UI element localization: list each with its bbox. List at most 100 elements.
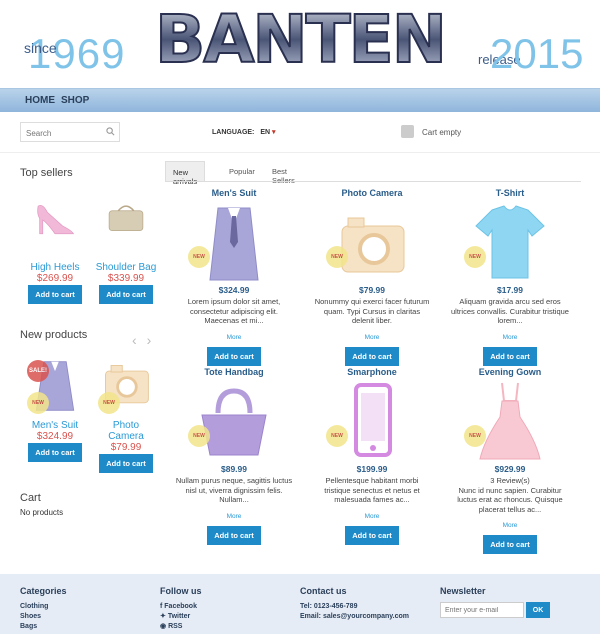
new-badge: NEW <box>464 425 486 447</box>
language-label: LANGUAGE: <box>212 129 255 136</box>
evening-gown-image[interactable]: NEW <box>464 381 550 461</box>
facebook-label: Facebook <box>164 603 197 610</box>
footer-social-link[interactable]: ◉ RSS <box>160 622 202 632</box>
add-to-cart-button[interactable]: Add to cart <box>345 525 399 545</box>
product-name[interactable]: Shoulder Bag <box>95 262 157 273</box>
tote-handbag-image[interactable]: NEW <box>188 381 274 461</box>
product-title[interactable]: Evening Gown <box>450 367 570 377</box>
twitter-label: Twitter <box>167 613 191 620</box>
product-price: $324.99 <box>218 285 250 295</box>
product-description: Lorem ipsum dolor sit amet, consectetur … <box>187 297 281 325</box>
site-logo[interactable]: BANTEN <box>140 2 460 76</box>
add-to-cart-button[interactable]: Add to cart <box>28 443 82 462</box>
add-to-cart-button[interactable]: Add to cart <box>207 346 261 366</box>
product-card: T-Shirt NEW $17.99 Aliquam gravida arcu … <box>450 188 570 366</box>
smartphone-image[interactable]: NEW <box>326 381 412 461</box>
new-badge: NEW <box>188 246 210 268</box>
review-count[interactable]: 3 Review(s) <box>450 476 570 486</box>
mens-suit-image[interactable]: NEW <box>188 202 274 282</box>
cart-title: Cart <box>20 492 41 504</box>
shoulder-bag-image[interactable] <box>96 200 156 260</box>
product-title[interactable]: Tote Handbag <box>174 367 294 377</box>
product-price: $79.99 <box>110 442 142 453</box>
new-product-item: SALE! NEW Men's Suit $324.99 Add to cart <box>24 358 86 462</box>
more-link[interactable]: More <box>174 513 294 520</box>
chevron-left-icon[interactable]: ‹ <box>132 332 137 348</box>
more-link[interactable]: More <box>174 334 294 341</box>
add-to-cart-button[interactable]: Add to cart <box>483 535 537 554</box>
product-description: Aliquam gravida arcu sed eros ultrices c… <box>451 297 569 325</box>
product-name[interactable]: High Heels <box>24 262 86 273</box>
more-link[interactable]: More <box>312 334 432 341</box>
add-to-cart-button[interactable]: Add to cart <box>28 285 82 304</box>
cart-icon[interactable] <box>401 125 414 138</box>
language-selector[interactable]: LANGUAGE: EN ▾ <box>212 128 276 136</box>
high-heels-image[interactable] <box>25 200 85 260</box>
cart-status[interactable]: Cart empty <box>422 128 461 137</box>
add-to-cart-button[interactable]: Add to cart <box>99 285 153 304</box>
product-description: Nonummy qui exerci facer futurum quam. T… <box>314 297 430 325</box>
release-year: 2015 <box>490 30 584 77</box>
footer-follow: Follow us f Facebook ✦ Twitter ◉ RSS <box>160 586 202 632</box>
since-label: since <box>24 40 57 56</box>
add-to-cart-button[interactable]: Add to cart <box>345 346 399 366</box>
footer-follow-title: Follow us <box>160 586 202 596</box>
product-price: $339.99 <box>107 273 145 284</box>
new-badge: NEW <box>27 392 49 414</box>
rss-label: RSS <box>168 623 183 630</box>
chevron-down-icon: ▾ <box>272 129 276 136</box>
contact-email[interactable]: Email: sales@yourcompany.com <box>300 612 409 622</box>
photo-camera-image[interactable]: NEW <box>96 358 156 418</box>
product-title[interactable]: T-Shirt <box>450 188 570 198</box>
product-price: $269.99 <box>36 273 74 284</box>
cart-empty-text: No products <box>20 508 64 517</box>
product-description: Nullam purus neque, sagittis luctus nisl… <box>175 476 293 504</box>
product-price: $17.99 <box>497 285 523 295</box>
product-description: Pellentesque habitant morbi tristique se… <box>324 476 420 504</box>
chevron-right-icon[interactable]: › <box>147 332 152 348</box>
more-link[interactable]: More <box>450 522 570 529</box>
newsletter-email-input[interactable] <box>440 602 524 618</box>
tab-popular[interactable]: Popular <box>222 161 262 181</box>
add-to-cart-button[interactable]: Add to cart <box>99 454 153 473</box>
main-nav: HOME SHOP <box>0 88 600 112</box>
tab-best-sellers[interactable]: Best Sellers <box>265 161 302 185</box>
tab-new-arrivals[interactable]: New arrivals <box>165 161 206 186</box>
product-title[interactable]: Smarphone <box>312 367 432 377</box>
top-sellers-title: Top sellers <box>20 167 73 179</box>
contact-phone: Tel: 0123-456-789 <box>300 603 358 610</box>
product-card: Evening Gown NEW $929.99 3 Review(s) Nun… <box>450 367 570 554</box>
nav-shop[interactable]: SHOP <box>61 95 89 106</box>
search-input[interactable] <box>21 124 105 143</box>
product-name[interactable]: Photo Camera <box>95 420 157 442</box>
new-products-title: New products <box>20 329 88 341</box>
product-card: Tote Handbag NEW $89.99 Nullam purus neq… <box>174 367 294 545</box>
footer-contact: Contact us Tel: 0123-456-789 Email: sale… <box>300 586 409 622</box>
footer-link[interactable]: Shoes <box>20 612 67 622</box>
nav-home[interactable]: HOME <box>25 95 55 106</box>
t-shirt-image[interactable]: NEW <box>464 202 550 282</box>
footer-link[interactable]: Clothing <box>20 602 67 612</box>
photo-camera-image[interactable]: NEW <box>326 202 412 282</box>
footer-categories-title: Categories <box>20 586 67 596</box>
footer-social-link[interactable]: ✦ Twitter <box>160 612 202 622</box>
logo-text: BANTEN <box>155 2 445 76</box>
search-icon[interactable] <box>106 127 115 136</box>
more-link[interactable]: More <box>312 513 432 520</box>
new-badge: NEW <box>326 246 348 268</box>
product-title[interactable]: Photo Camera <box>312 188 432 198</box>
footer-newsletter-title: Newsletter <box>440 586 486 596</box>
top-seller-item: Shoulder Bag $339.99 Add to cart <box>95 200 157 304</box>
product-card: Men's Suit NEW $324.99 Lorem ipsum dolor… <box>174 188 294 366</box>
footer-link[interactable]: Bags <box>20 622 67 632</box>
more-link[interactable]: More <box>450 334 570 341</box>
newsletter-submit-button[interactable]: OK <box>526 602 550 618</box>
footer-categories: Categories Clothing Shoes Bags <box>20 586 67 632</box>
footer-social-link[interactable]: f Facebook <box>160 602 202 612</box>
language-value: EN <box>260 129 271 136</box>
product-title[interactable]: Men's Suit <box>174 188 294 198</box>
product-name[interactable]: Men's Suit <box>24 420 86 431</box>
mens-suit-image[interactable]: SALE! NEW <box>25 358 85 418</box>
add-to-cart-button[interactable]: Add to cart <box>207 525 261 545</box>
add-to-cart-button[interactable]: Add to cart <box>483 346 537 366</box>
